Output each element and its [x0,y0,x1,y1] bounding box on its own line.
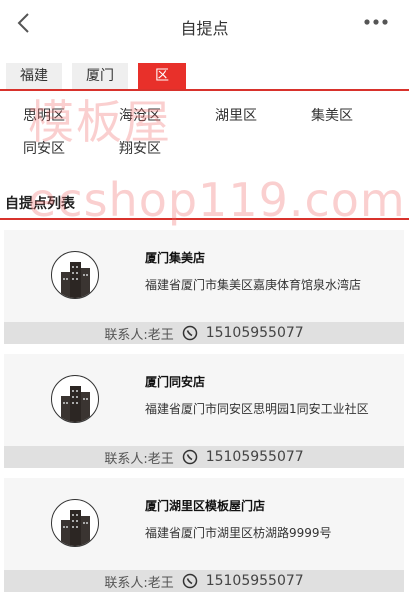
building-icon [51,375,99,423]
district-item[interactable]: 思明区 [23,106,119,126]
more-icon[interactable] [363,13,389,31]
store-card[interactable]: 厦门同安店 福建省厦门市同安区思明园1同安工业社区 联系人:老王 1510595… [4,354,404,468]
divider [0,89,409,91]
tab-district[interactable]: 区 [138,63,186,89]
store-name: 厦门集美店 [145,251,206,265]
store-address: 福建省厦门市集美区嘉庚体育馆泉水湾店 [145,278,362,292]
district-item[interactable]: 翔安区 [119,139,215,159]
contact-phone[interactable]: 15105955077 [206,573,304,589]
contact-person: 联系人:老王 [104,327,174,343]
store-address: 福建省厦门市同安区思明园1同安工业社区 [145,402,369,416]
district-item[interactable]: 湖里区 [215,106,311,126]
store-name: 厦门湖里区模板屋门店 [145,499,266,513]
wechat-icon [182,573,197,589]
tab-city[interactable]: 厦门 [72,63,128,89]
header: 自提点 [0,0,409,52]
building-icon [51,251,99,299]
tab-province[interactable]: 福建 [6,63,62,89]
wechat-icon [182,449,197,465]
list-title: 自提点列表 [5,196,75,212]
building-icon [51,499,99,547]
district-item[interactable]: 同安区 [23,139,119,159]
region-tabs: 福建 厦门 区 [6,63,186,90]
contact-phone[interactable]: 15105955077 [206,325,304,341]
contact-bar: 联系人:老王 15105955077 [4,446,404,468]
contact-person: 联系人:老王 [104,575,174,591]
store-card[interactable]: 厦门湖里区模板屋门店 福建省厦门市湖里区枋湖路9999号 联系人:老王 1510… [4,478,404,592]
district-list: 思明区 海沧区 湖里区 集美区 同安区 翔安区 [23,106,403,159]
district-item[interactable]: 海沧区 [119,106,215,126]
divider [0,218,409,220]
store-name: 厦门同安店 [145,375,206,389]
wechat-icon [182,325,197,341]
contact-bar: 联系人:老王 15105955077 [4,570,404,592]
district-item[interactable]: 集美区 [311,106,407,126]
page-title: 自提点 [180,19,229,38]
store-card[interactable]: 厦门集美店 福建省厦门市集美区嘉庚体育馆泉水湾店 联系人:老王 15105955… [4,230,404,344]
contact-phone[interactable]: 15105955077 [206,449,304,465]
store-address: 福建省厦门市湖里区枋湖路9999号 [145,526,332,540]
contact-person: 联系人:老王 [104,451,174,467]
contact-bar: 联系人:老王 15105955077 [4,322,404,344]
